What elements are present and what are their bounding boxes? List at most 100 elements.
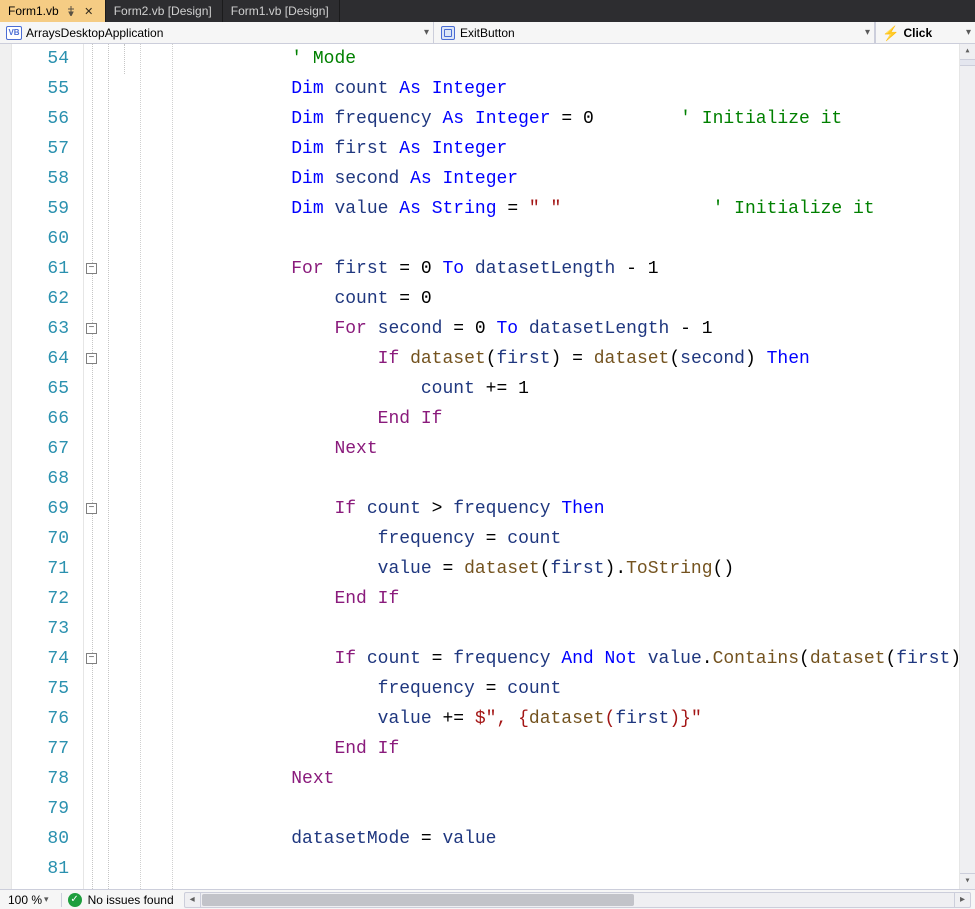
- line-number: 58: [12, 164, 69, 194]
- code-line[interactable]: [140, 224, 959, 254]
- scroll-right-icon[interactable]: ▸: [954, 893, 970, 907]
- tab-form1-design[interactable]: Form1.vb [Design]: [223, 0, 340, 22]
- issues-label: No issues found: [88, 893, 174, 907]
- scrollbar-thumb[interactable]: [202, 894, 634, 906]
- collapse-toggle-icon[interactable]: −: [86, 263, 97, 274]
- code-line[interactable]: [140, 854, 959, 884]
- code-line[interactable]: If count = frequency And Not value.Conta…: [140, 644, 959, 674]
- code-line[interactable]: Next: [140, 764, 959, 794]
- code-line[interactable]: For first = 0 To datasetLength - 1: [140, 254, 959, 284]
- tab-form2-design[interactable]: Form2.vb [Design]: [106, 0, 223, 22]
- outline-row: [84, 224, 138, 254]
- close-icon[interactable]: ✕: [83, 5, 95, 17]
- line-number: 81: [12, 854, 69, 884]
- vertical-scrollbar[interactable]: ▴ ▾: [959, 44, 975, 889]
- code-line[interactable]: Dim count As Integer: [140, 74, 959, 104]
- code-line[interactable]: count = 0: [140, 284, 959, 314]
- code-line[interactable]: End If: [140, 404, 959, 434]
- code-line[interactable]: value = dataset(first).ToString(): [140, 554, 959, 584]
- code-line[interactable]: End If: [140, 584, 959, 614]
- code-area[interactable]: ' Mode Dim count As Integer Dim frequenc…: [138, 44, 959, 889]
- code-line[interactable]: [140, 464, 959, 494]
- scroll-down-icon[interactable]: ▾: [960, 873, 975, 889]
- pin-icon[interactable]: [65, 5, 77, 17]
- outline-row: [84, 704, 138, 734]
- line-number: 62: [12, 284, 69, 314]
- code-line[interactable]: Dim first As Integer: [140, 134, 959, 164]
- code-line[interactable]: value += $", {dataset(first)}": [140, 704, 959, 734]
- tab-form1-vb[interactable]: Form1.vb ✕: [0, 0, 106, 22]
- code-line[interactable]: [140, 614, 959, 644]
- code-line[interactable]: Dim value As String = " " ' Initialize i…: [140, 194, 959, 224]
- outline-row: [84, 434, 138, 464]
- tab-label: Form2.vb [Design]: [114, 4, 212, 18]
- collapse-toggle-icon[interactable]: −: [86, 503, 97, 514]
- member-icon: [440, 25, 456, 41]
- splitter-handle[interactable]: [960, 60, 975, 66]
- line-number: 56: [12, 104, 69, 134]
- zoom-dropdown[interactable]: 100 % ▾: [0, 893, 55, 907]
- line-number: 67: [12, 434, 69, 464]
- outline-row: [84, 794, 138, 824]
- line-number: 79: [12, 794, 69, 824]
- code-line[interactable]: frequency = count: [140, 674, 959, 704]
- outline-row: [84, 404, 138, 434]
- code-line[interactable]: Dim frequency As Integer = 0 ' Initializ…: [140, 104, 959, 134]
- code-line[interactable]: End If: [140, 734, 959, 764]
- line-number: 70: [12, 524, 69, 554]
- tab-label: Form1.vb: [8, 4, 59, 18]
- outline-row: −: [84, 344, 138, 374]
- line-number: 76: [12, 704, 69, 734]
- breakpoint-margin[interactable]: [0, 44, 12, 889]
- outline-row: [84, 44, 138, 74]
- scroll-left-icon[interactable]: ◂: [185, 893, 201, 907]
- code-line[interactable]: If dataset(first) = dataset(second) Then: [140, 344, 959, 374]
- outline-row: [84, 674, 138, 704]
- line-number: 59: [12, 194, 69, 224]
- outline-row: [84, 524, 138, 554]
- code-line[interactable]: [140, 794, 959, 824]
- code-editor: 5455565758596061626364656667686970717273…: [0, 44, 975, 889]
- document-tab-bar: Form1.vb ✕ Form2.vb [Design] Form1.vb [D…: [0, 0, 975, 22]
- outline-row: [84, 134, 138, 164]
- outlining-margin[interactable]: − − − − −: [84, 44, 138, 889]
- code-line[interactable]: If count > frequency Then: [140, 494, 959, 524]
- line-number: 72: [12, 584, 69, 614]
- collapse-toggle-icon[interactable]: −: [86, 323, 97, 334]
- code-line[interactable]: Dim second As Integer: [140, 164, 959, 194]
- vb-project-icon: VB: [6, 25, 22, 41]
- member-dropdown[interactable]: ExitButton ▾: [434, 22, 875, 43]
- line-number: 77: [12, 734, 69, 764]
- code-line[interactable]: frequency = count: [140, 524, 959, 554]
- code-line[interactable]: Next: [140, 434, 959, 464]
- event-dropdown[interactable]: ⚡ Click ▾: [875, 22, 975, 43]
- outline-row: [84, 614, 138, 644]
- code-line[interactable]: datasetMode = value: [140, 824, 959, 854]
- code-line[interactable]: ' Mode: [140, 44, 959, 74]
- line-number: 71: [12, 554, 69, 584]
- line-number: 68: [12, 464, 69, 494]
- outline-row: −: [84, 494, 138, 524]
- class-dropdown[interactable]: VB ArraysDesktopApplication ▾: [0, 22, 434, 43]
- line-number: 75: [12, 674, 69, 704]
- tab-label: Form1.vb [Design]: [231, 4, 329, 18]
- line-number: 54: [12, 44, 69, 74]
- code-line[interactable]: count += 1: [140, 374, 959, 404]
- chevron-down-icon: ▾: [865, 27, 870, 38]
- collapse-toggle-icon[interactable]: −: [86, 353, 97, 364]
- line-number: 80: [12, 824, 69, 854]
- code-line[interactable]: For second = 0 To datasetLength - 1: [140, 314, 959, 344]
- line-number-gutter: 5455565758596061626364656667686970717273…: [12, 44, 84, 889]
- horizontal-scrollbar[interactable]: ◂ ▸: [184, 892, 971, 908]
- outline-row: [84, 734, 138, 764]
- line-number: 57: [12, 134, 69, 164]
- line-number: 61: [12, 254, 69, 284]
- outline-row: −: [84, 314, 138, 344]
- scroll-up-icon[interactable]: ▴: [960, 44, 975, 60]
- collapse-toggle-icon[interactable]: −: [86, 653, 97, 664]
- separator: [61, 893, 62, 907]
- chevron-down-icon: ▾: [424, 27, 429, 38]
- line-number: 69: [12, 494, 69, 524]
- line-number: 64: [12, 344, 69, 374]
- line-number: 65: [12, 374, 69, 404]
